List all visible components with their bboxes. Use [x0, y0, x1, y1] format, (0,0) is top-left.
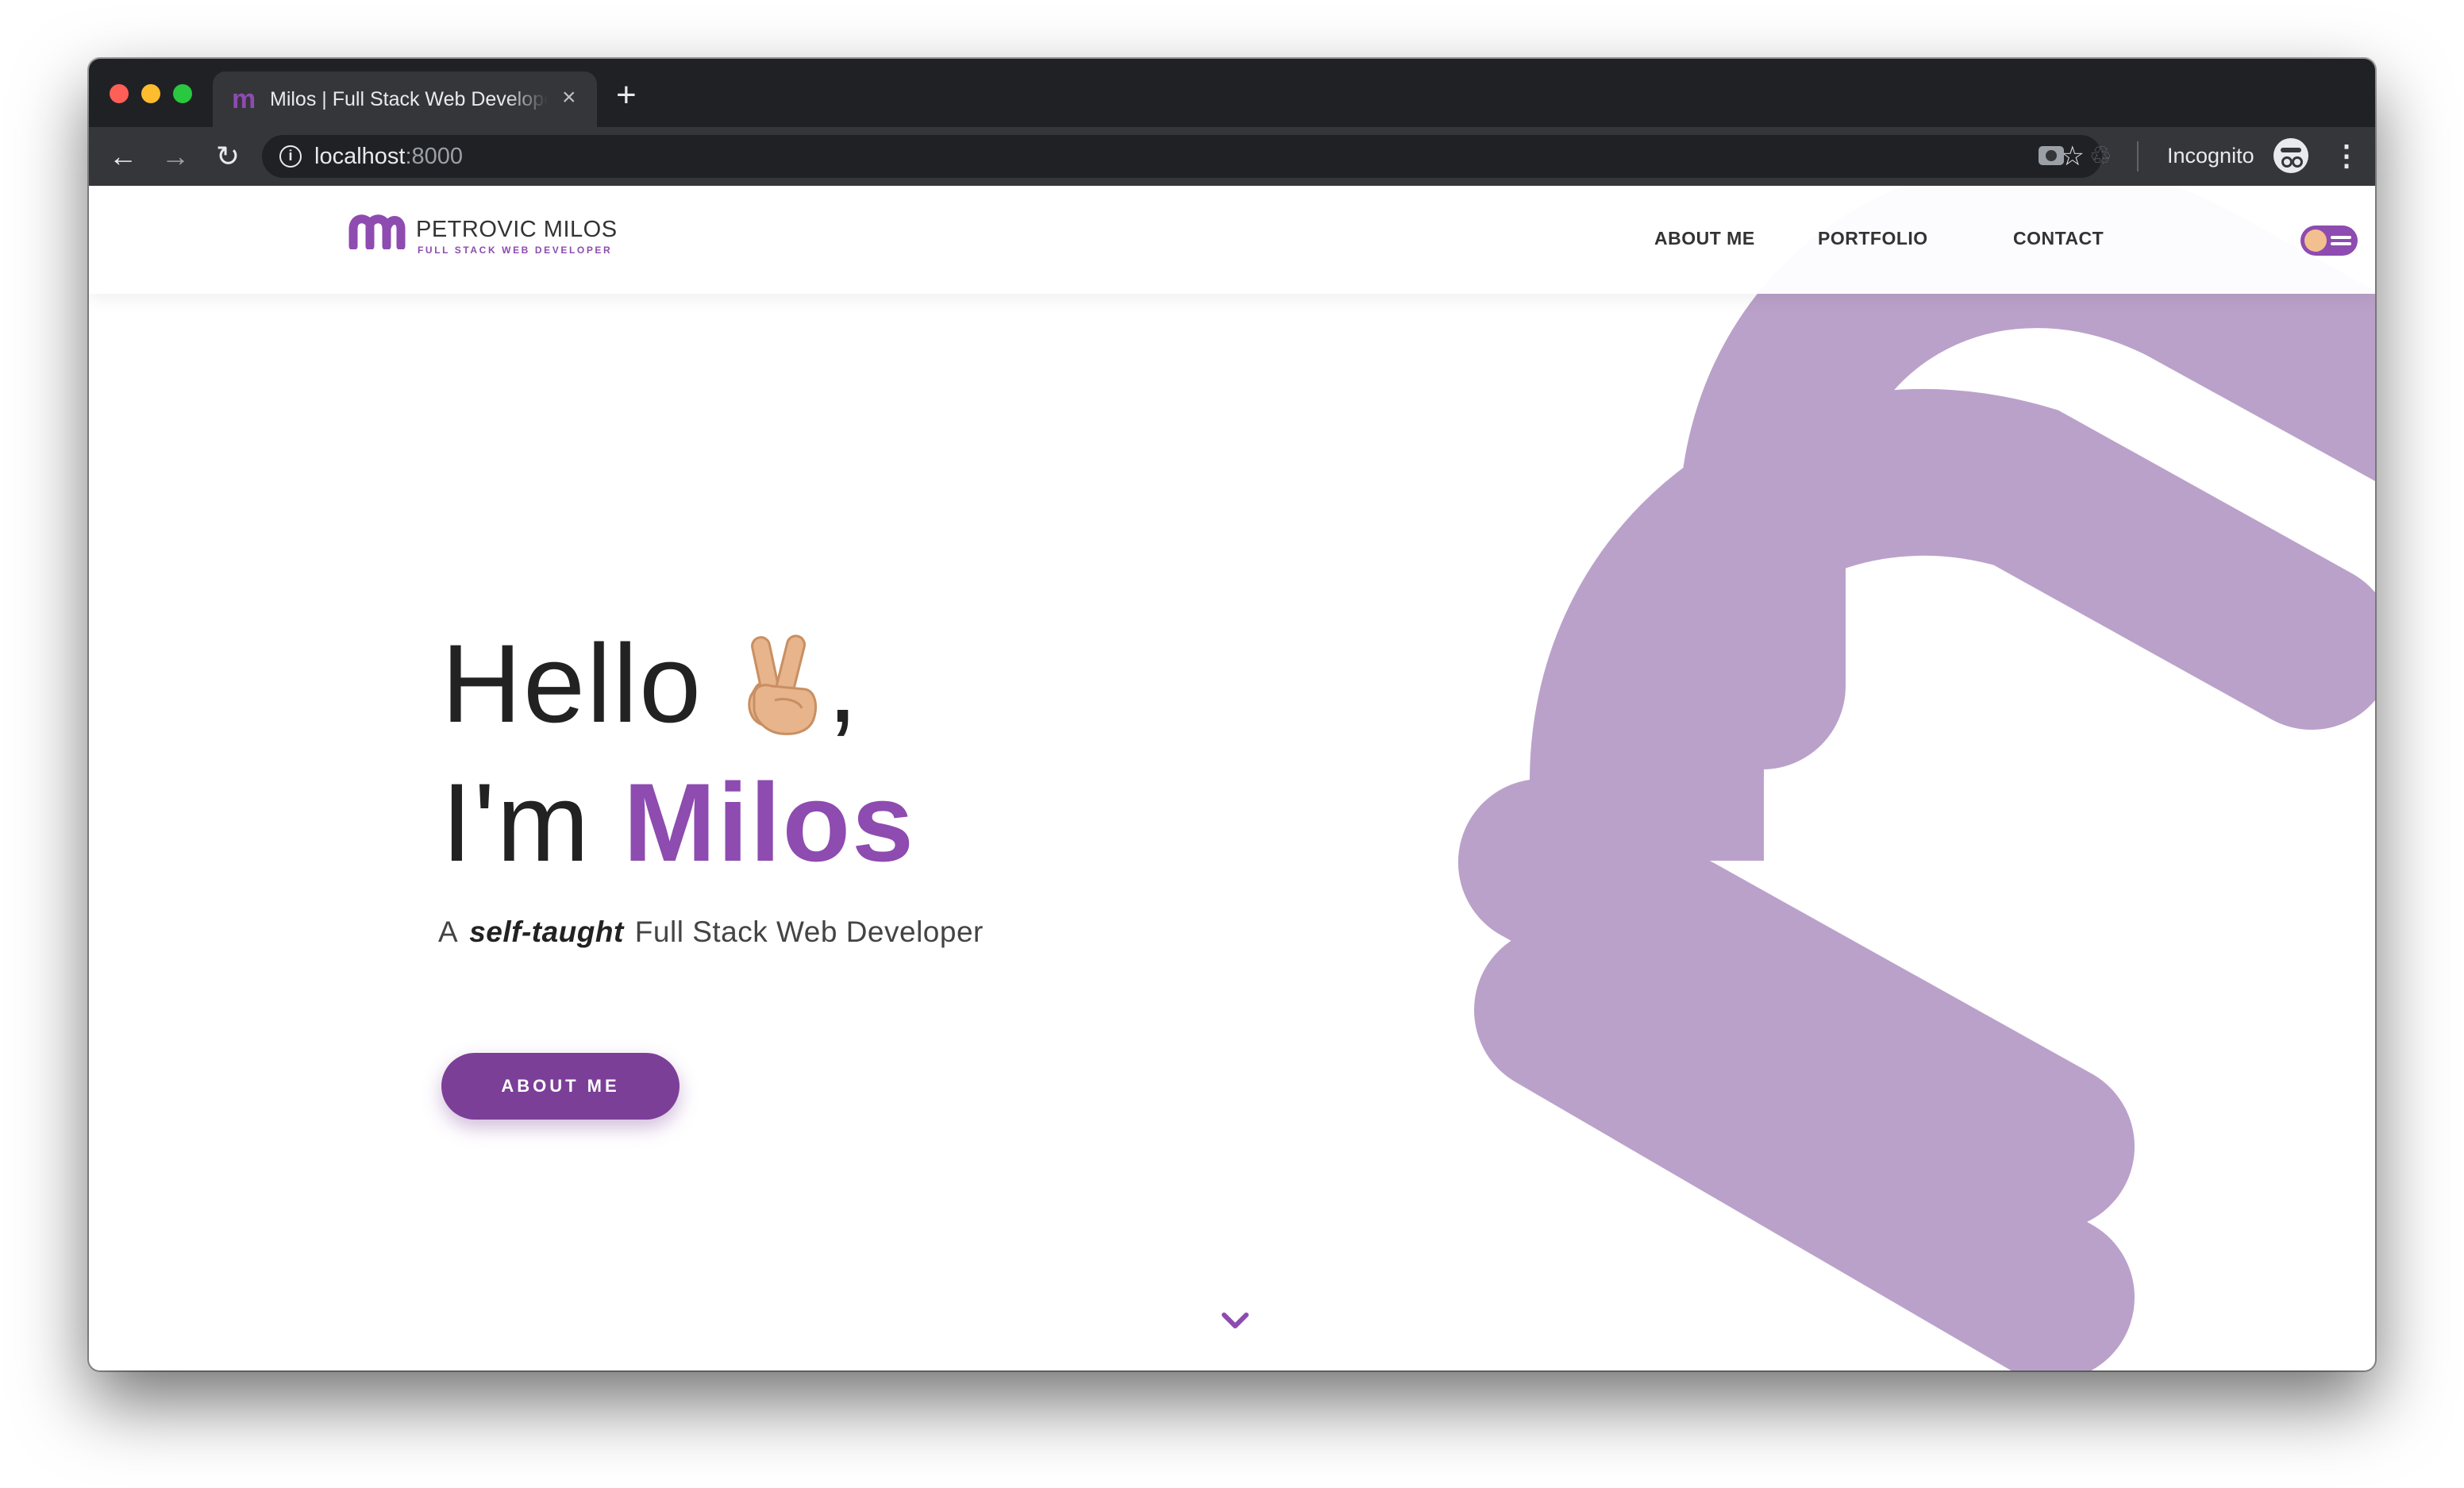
kebab-menu-icon[interactable]: ⋮	[2332, 140, 2361, 172]
site-header: PETROVIC MILOS FULL STACK WEB DEVELOPER …	[89, 186, 2375, 294]
address-bar[interactable]: i localhost:8000 ☆	[262, 135, 2102, 178]
logo-name[interactable]: PETROVIC MILOS	[416, 218, 618, 241]
hero-intro: I'm Milos	[441, 763, 915, 882]
camera-icon[interactable]	[2039, 146, 2064, 165]
minimize-window-button[interactable]	[141, 84, 160, 103]
chevron-down-icon[interactable]	[1219, 1310, 1251, 1332]
star-icon[interactable]: ☆	[2061, 142, 2085, 171]
hero-greeting: Hello ,	[441, 624, 860, 743]
hero-name: Milos	[623, 760, 915, 885]
nav-link-about-me[interactable]: ABOUT ME	[1654, 227, 1755, 249]
url-port: :8000	[405, 144, 464, 169]
incognito-label: Incognito	[2167, 144, 2254, 168]
extension-icon[interactable]: ♲	[2089, 143, 2112, 168]
url-text[interactable]: localhost:8000	[314, 144, 463, 169]
toolbar-divider	[2137, 141, 2139, 172]
new-tab-button[interactable]: +	[616, 78, 637, 113]
tab-title: Milos | Full Stack Web Developer	[270, 88, 548, 110]
sun-icon	[2304, 229, 2327, 252]
tab-close-icon[interactable]: ×	[562, 84, 576, 111]
victory-hand-icon	[735, 624, 827, 743]
subtitle-emphasis: self-taught	[469, 916, 624, 948]
logo-m-icon[interactable]	[348, 210, 406, 249]
maximize-window-button[interactable]	[173, 84, 192, 103]
forward-arrow-icon[interactable]: →	[157, 138, 194, 175]
about-me-button[interactable]: ABOUT ME	[441, 1053, 680, 1120]
nav-link-portfolio[interactable]: PORTFOLIO	[1818, 227, 1928, 249]
favicon-icon: m	[232, 84, 256, 114]
url-host: localhost	[314, 144, 406, 169]
browser-toolbar: ← → ↻ i localhost:8000 ☆ ♲ Incognito ⋮	[89, 127, 2375, 186]
page-viewport: PETROVIC MILOS FULL STACK WEB DEVELOPER …	[89, 186, 2375, 1370]
reload-icon[interactable]: ↻	[210, 138, 246, 175]
nav-link-contact[interactable]: CONTACT	[2013, 227, 2104, 249]
tab-strip: m Milos | Full Stack Web Developer × +	[89, 59, 2375, 127]
hero-subtitle: Aself-taught Full Stack Web Developer	[438, 915, 984, 950]
toggle-lines-icon	[2331, 236, 2351, 239]
browser-tab[interactable]: m Milos | Full Stack Web Developer ×	[213, 71, 597, 127]
hero-im-text: I'm	[441, 760, 591, 885]
back-arrow-icon[interactable]: ←	[105, 138, 141, 175]
incognito-icon[interactable]	[2273, 138, 2308, 173]
browser-window: m Milos | Full Stack Web Developer × + ←…	[89, 59, 2375, 1370]
hero-comma: ,	[826, 621, 860, 746]
theme-toggle[interactable]	[2300, 226, 2358, 256]
logo-tagline: FULL STACK WEB DEVELOPER	[418, 245, 613, 256]
info-icon[interactable]: i	[279, 145, 302, 168]
hero-hello-text: Hello	[441, 621, 703, 746]
subtitle-suffix: Full Stack Web Developer	[634, 916, 984, 948]
close-window-button[interactable]	[110, 84, 129, 103]
background-m-graphic	[1458, 186, 2375, 1370]
subtitle-prefix: A	[438, 916, 459, 948]
